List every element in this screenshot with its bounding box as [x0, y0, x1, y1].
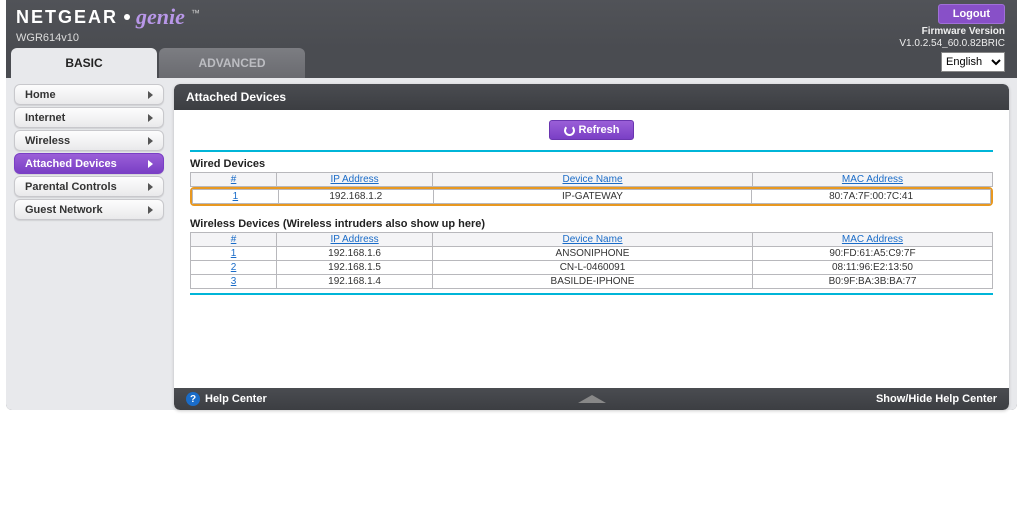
col-mac[interactable]: MAC Address [842, 234, 903, 245]
chevron-right-icon [148, 91, 153, 99]
chevron-right-icon [148, 114, 153, 122]
wired-title: Wired Devices [190, 158, 993, 170]
language-select[interactable]: English [941, 52, 1005, 72]
model-label: WGR614v10 [16, 32, 1007, 44]
chevron-right-icon [148, 137, 153, 145]
sidebar-item-internet[interactable]: Internet [14, 107, 164, 128]
sidebar-item-label: Attached Devices [25, 158, 117, 170]
table-row: 3 192.168.1.4 BASILDE-IPHONE B0:9F:BA:3B… [191, 275, 993, 289]
help-center-label: Help Center [205, 393, 267, 405]
show-hide-help-button[interactable]: Show/Hide Help Center [876, 393, 997, 405]
sidebar-item-label: Home [25, 89, 56, 101]
cell-mac: 90:FD:61:A5:C9:7F [752, 247, 992, 261]
cell-name: ANSONIPHONE [433, 247, 753, 261]
brand-genie: genie [136, 4, 185, 30]
cell-mac: B0:9F:BA:3B:BA:77 [752, 275, 992, 289]
cell-ip: 192.168.1.2 [278, 190, 433, 204]
col-num[interactable]: # [231, 174, 237, 185]
help-center-button[interactable]: ? Help Center [186, 392, 267, 406]
col-name[interactable]: Device Name [562, 174, 622, 185]
help-icon: ? [186, 392, 200, 406]
table-row: 1 192.168.1.2 IP-GATEWAY 80:7A:7F:00:7C:… [193, 190, 991, 204]
cell-ip: 192.168.1.4 [277, 275, 433, 289]
wireless-title: Wireless Devices (Wireless intruders als… [190, 218, 993, 230]
table-row: 2 192.168.1.5 CN-L-0460091 08:11:96:E2:1… [191, 261, 993, 275]
footer-bar: ? Help Center Show/Hide Help Center [174, 388, 1009, 410]
cell-num[interactable]: 1 [193, 190, 279, 204]
col-mac[interactable]: MAC Address [842, 174, 903, 185]
cell-num[interactable]: 2 [191, 261, 277, 275]
cell-ip: 192.168.1.6 [277, 247, 433, 261]
chevron-right-icon [148, 160, 153, 168]
header: NETGEAR genie ™ WGR614v10 Logout Firmwar… [6, 0, 1017, 48]
cell-ip: 192.168.1.5 [277, 261, 433, 275]
logout-button[interactable]: Logout [938, 4, 1005, 24]
tab-basic[interactable]: BASIC [11, 48, 157, 78]
refresh-button[interactable]: Refresh [549, 120, 635, 140]
firmware-version: Firmware Version V1.0.2.54_60.0.82BRIC [899, 26, 1005, 50]
wireless-table: # IP Address Device Name MAC Address 1 1… [190, 232, 993, 289]
panel-title: Attached Devices [174, 84, 1009, 110]
chevron-right-icon [148, 183, 153, 191]
refresh-icon [564, 125, 575, 136]
sidebar-item-label: Internet [25, 112, 65, 124]
wired-highlight: 1 192.168.1.2 IP-GATEWAY 80:7A:7F:00:7C:… [190, 187, 993, 206]
sidebar-item-attached-devices[interactable]: Attached Devices [14, 153, 164, 174]
col-num[interactable]: # [231, 234, 237, 245]
sidebar-item-label: Guest Network [25, 204, 103, 216]
sidebar-item-label: Wireless [25, 135, 70, 147]
wired-table: 1 192.168.1.2 IP-GATEWAY 80:7A:7F:00:7C:… [192, 189, 991, 204]
sidebar: Home Internet Wireless Attached Devices … [14, 84, 164, 410]
cell-mac: 08:11:96:E2:13:50 [752, 261, 992, 275]
content-panel: Attached Devices Refresh Wired Devices #… [174, 84, 1009, 410]
tab-advanced[interactable]: ADVANCED [159, 48, 305, 78]
table-row: 1 192.168.1.6 ANSONIPHONE 90:FD:61:A5:C9… [191, 247, 993, 261]
cell-name: BASILDE-IPHONE [433, 275, 753, 289]
brand: NETGEAR genie ™ [16, 4, 1007, 30]
cell-name: CN-L-0460091 [433, 261, 753, 275]
separator [190, 150, 993, 152]
cell-num[interactable]: 3 [191, 275, 277, 289]
cell-name: IP-GATEWAY [433, 190, 751, 204]
language-select-wrap: English [941, 52, 1005, 72]
sidebar-item-parental-controls[interactable]: Parental Controls [14, 176, 164, 197]
wired-header-table: # IP Address Device Name MAC Address [190, 172, 993, 187]
chevron-right-icon [148, 206, 153, 214]
sidebar-item-home[interactable]: Home [14, 84, 164, 105]
sidebar-item-wireless[interactable]: Wireless [14, 130, 164, 151]
col-ip[interactable]: IP Address [330, 174, 378, 185]
tabs-row: BASIC ADVANCED English [6, 48, 1017, 78]
firmware-label: Firmware Version [899, 26, 1005, 38]
cell-num[interactable]: 1 [191, 247, 277, 261]
chevron-up-icon[interactable] [578, 395, 606, 403]
brand-tm: ™ [191, 8, 200, 18]
brand-netgear: NETGEAR [16, 7, 118, 28]
refresh-label: Refresh [579, 124, 620, 136]
separator [190, 293, 993, 295]
col-name[interactable]: Device Name [562, 234, 622, 245]
brand-dot-icon [124, 14, 130, 20]
sidebar-item-label: Parental Controls [25, 181, 117, 193]
col-ip[interactable]: IP Address [330, 234, 378, 245]
sidebar-item-guest-network[interactable]: Guest Network [14, 199, 164, 220]
cell-mac: 80:7A:7F:00:7C:41 [752, 190, 991, 204]
